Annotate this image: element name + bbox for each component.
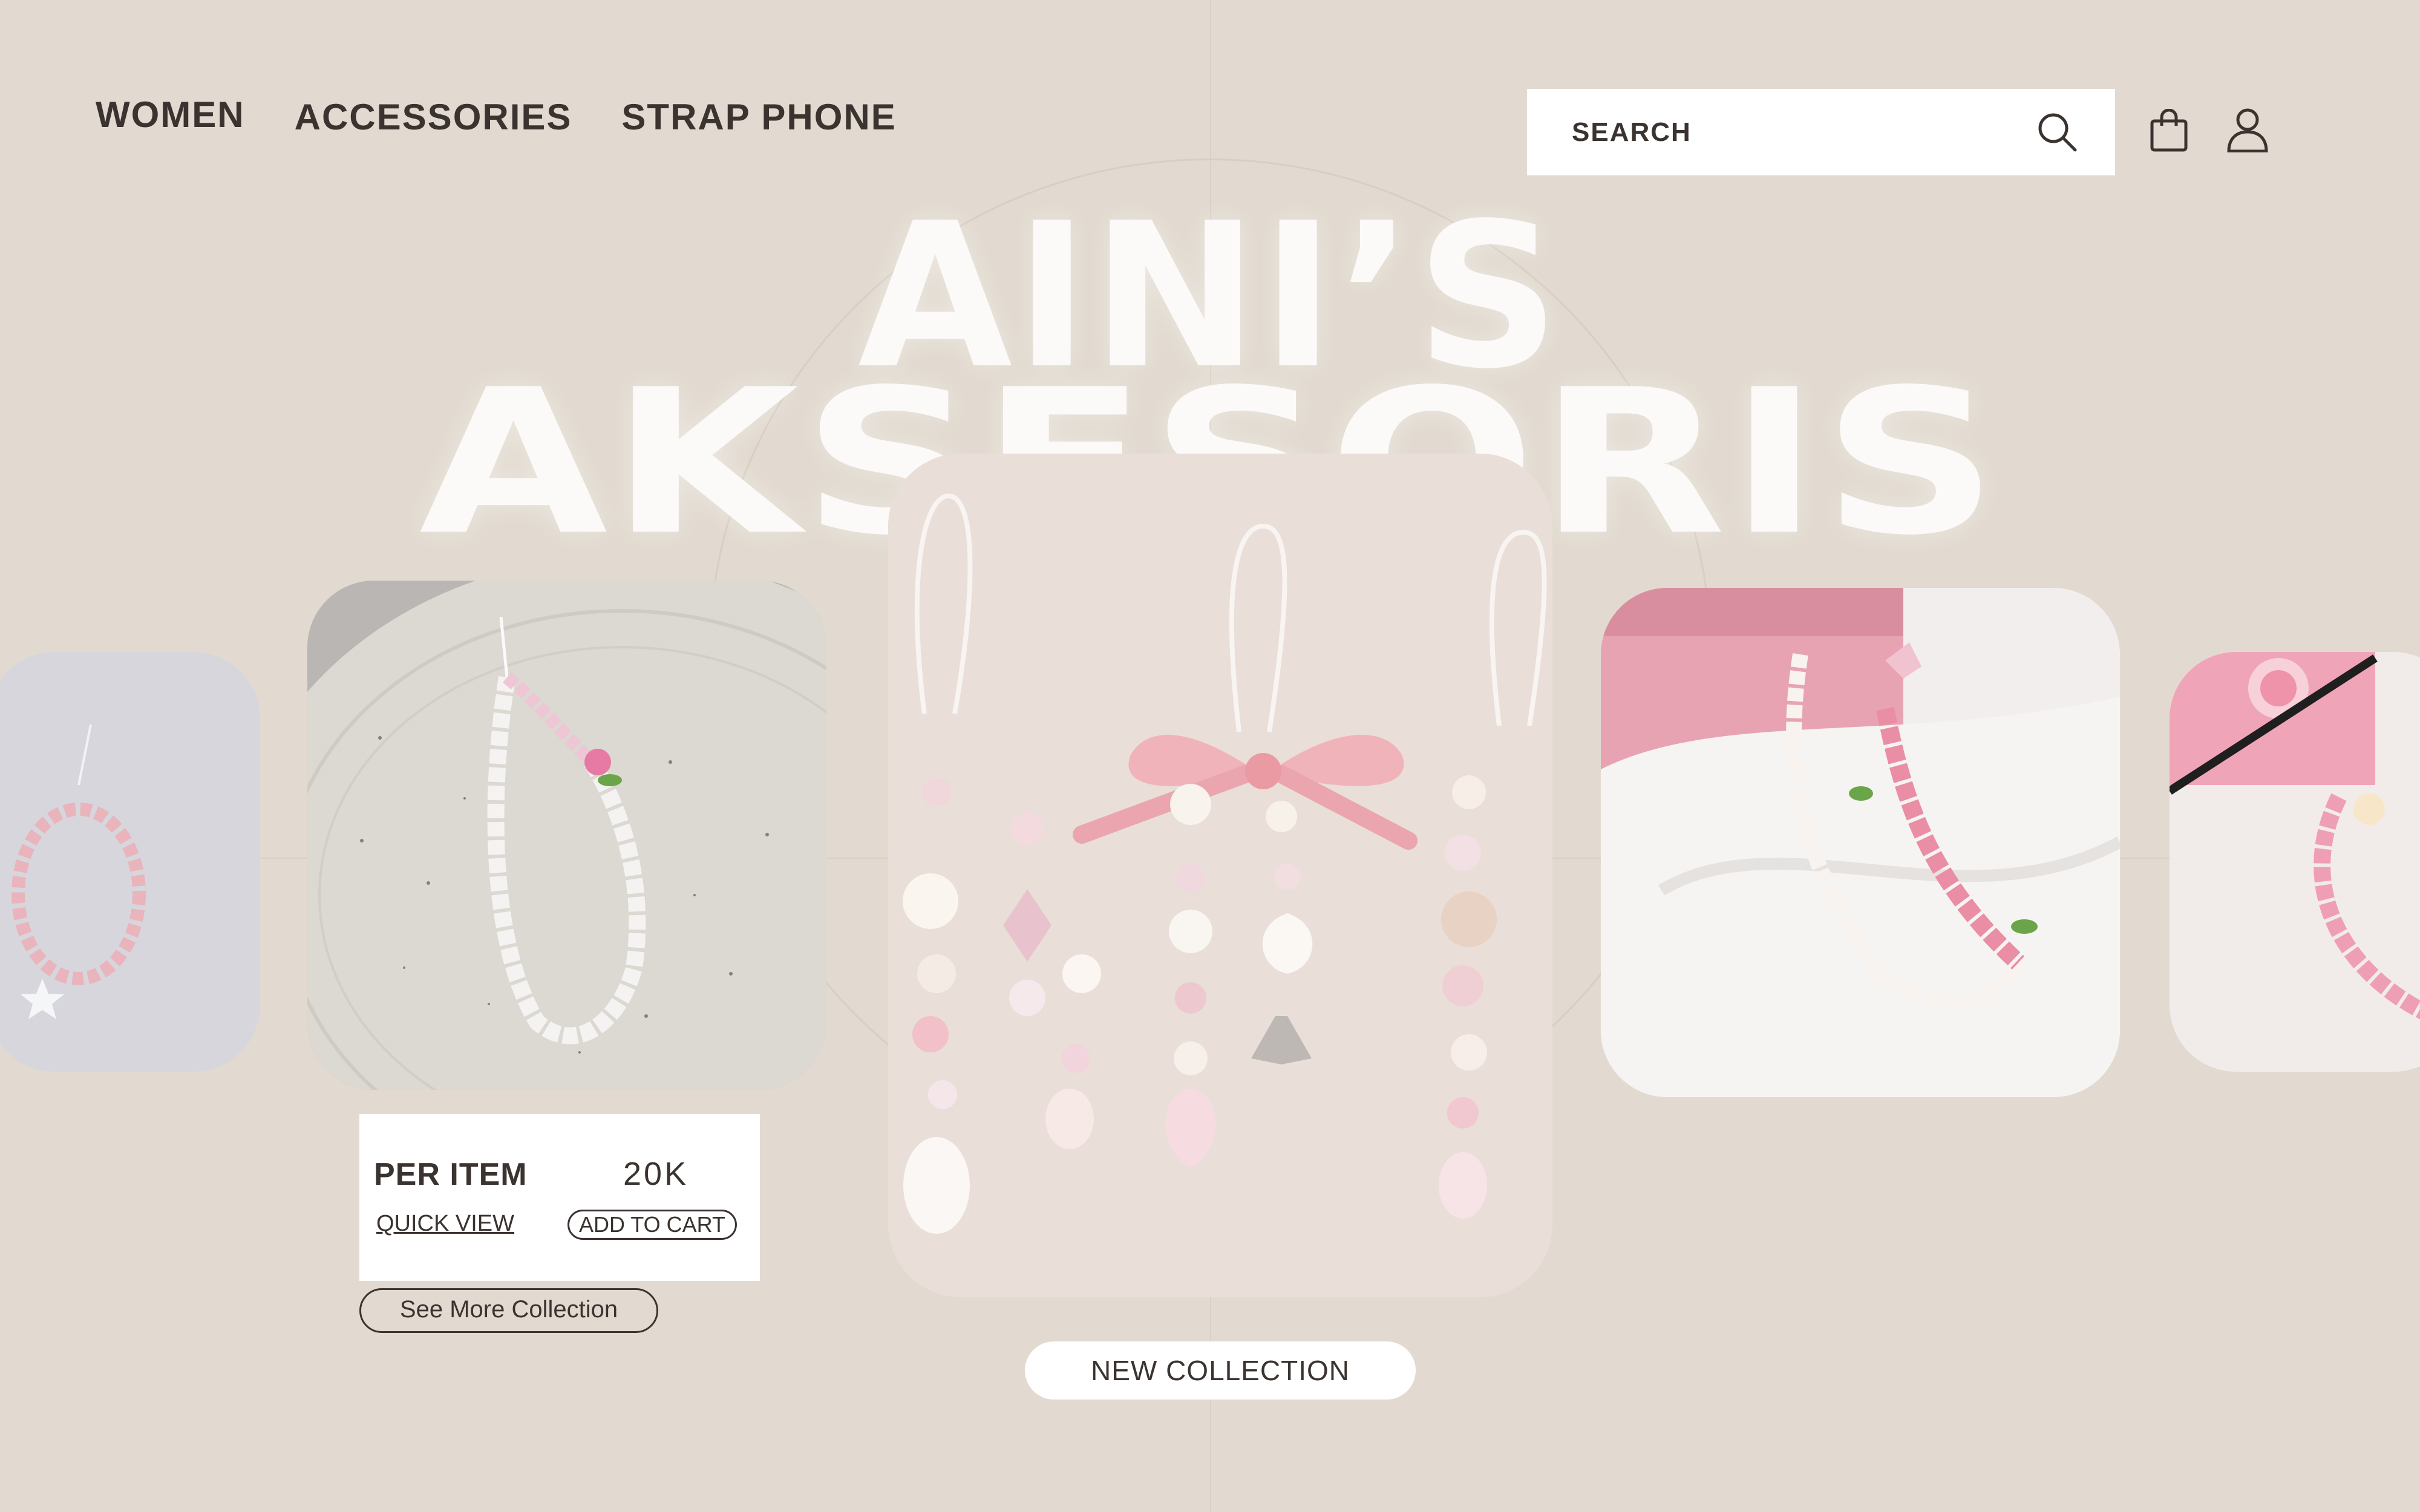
- nav-item-strap-phone[interactable]: STRAP PHONE: [621, 96, 896, 138]
- product-image-center-straps[interactable]: [888, 454, 1552, 1297]
- quick-view-link[interactable]: QUICK VIEW: [376, 1211, 514, 1237]
- see-more-collection-button[interactable]: See More Collection: [359, 1288, 658, 1333]
- bag-icon[interactable]: [2150, 109, 2188, 152]
- product-image-far-right[interactable]: [2170, 652, 2420, 1072]
- product-image-far-left[interactable]: [0, 652, 260, 1072]
- new-collection-button[interactable]: NEW COLLECTION: [1025, 1341, 1416, 1400]
- search-icon[interactable]: [2035, 110, 2079, 154]
- product-info-panel: PER ITEM 20K QUICK VIEW ADD TO CART: [359, 1114, 760, 1281]
- main-nav: WOMEN ACCESSORIES STRAP PHONE: [96, 94, 897, 138]
- user-icon[interactable]: [2226, 108, 2269, 152]
- product-image-butterfly-strap[interactable]: [1601, 588, 2120, 1097]
- price-value: 20K: [623, 1156, 689, 1192]
- nav-item-women[interactable]: WOMEN: [96, 94, 245, 138]
- add-to-cart-button[interactable]: ADD TO CART: [567, 1210, 737, 1240]
- search-input[interactable]: [1571, 116, 1996, 148]
- product-image-pearl-strap[interactable]: [307, 581, 826, 1090]
- per-item-label: PER ITEM: [374, 1157, 528, 1192]
- nav-item-accessories[interactable]: ACCESSORIES: [295, 96, 572, 138]
- search-box: [1527, 89, 2115, 175]
